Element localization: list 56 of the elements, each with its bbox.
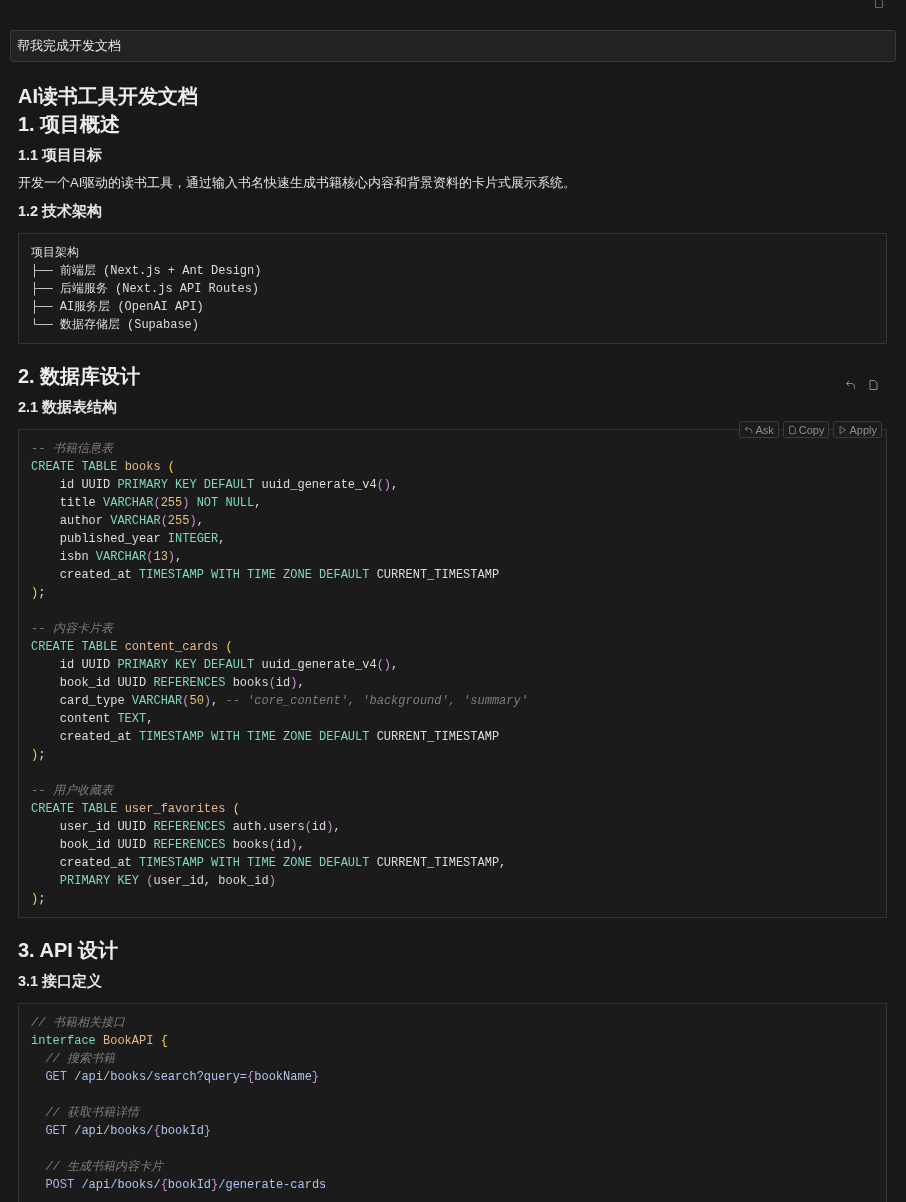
reply-icon [744, 424, 754, 435]
copy-icon[interactable] [874, 0, 884, 9]
paragraph: 开发一个AI驱动的读书工具，通过输入书名快速生成书籍核心内容和背景资料的卡片式展示系统。 [18, 174, 578, 192]
code-action-button[interactable]: Copy [782, 421, 830, 438]
code-line: user_id UUID REFERENCES auth.users(id), [58, 819, 341, 836]
code-line: 项目架构 [31, 245, 79, 262]
code-line: card_type VARCHAR(50), -- 'core_content', 'background', 'summary' [58, 693, 528, 710]
code-line: PRIMARY KEY (user_id, book_id) [58, 873, 276, 890]
code-line: GET /api/books/{bookId} [44, 1123, 212, 1140]
subsection-heading: 1.1 项目目标 [18, 146, 103, 165]
code-line: -- 书籍信息表 [31, 441, 113, 458]
code-line: created_at TIMESTAMP WITH TIME ZONE DEFAULT CURRENT_TIMESTAMP, [58, 855, 507, 872]
code-line: id UUID PRIMARY KEY DEFAULT uuid_generate_v4(), [58, 477, 399, 494]
code-line: id UUID PRIMARY KEY DEFAULT uuid_generate_v4(), [58, 657, 399, 674]
section-heading: 2. 数据库设计 [18, 364, 141, 389]
prompt-field[interactable]: 帮我完成开发文档 [10, 30, 896, 62]
code-line: ); [31, 747, 46, 764]
code-line: -- 内容卡片表 [31, 621, 113, 638]
code-line: content TEXT, [58, 711, 154, 728]
code-line: POST /api/books/{bookId}/generate-cards [44, 1177, 327, 1194]
code-line: book_id UUID REFERENCES books(id), [58, 675, 305, 692]
subsection-heading: 2.1 数据表结构 [18, 398, 118, 417]
undo-icon[interactable] [845, 379, 856, 391]
play-icon [838, 424, 848, 435]
copy-icon[interactable] [868, 379, 879, 391]
code-line: book_id UUID REFERENCES books(id), [58, 837, 305, 854]
code-line: // 生成书籍内容卡片 [44, 1159, 163, 1176]
code-line: author VARCHAR(255), [58, 513, 204, 530]
code-line: ├── 前端层 (Next.js + Ant Design) [31, 263, 262, 280]
code-line: ├── AI服务层 (OpenAI API) [31, 299, 204, 316]
code-line: GET /api/books/search?query={bookName} [44, 1069, 320, 1086]
code-line: CREATE TABLE content_cards ( [31, 639, 233, 656]
section-heading: 3. API 设计 [18, 938, 119, 963]
code-line: └── 数据存储层 (Supabase) [31, 317, 200, 334]
code-line: ); [31, 891, 46, 908]
subsection-heading: 1.2 技术架构 [18, 202, 103, 221]
code-line: CREATE TABLE books ( [31, 459, 176, 476]
section-heading: 1. 项目概述 [18, 112, 121, 137]
copy-icon [787, 424, 797, 435]
code-line: // 获取书籍详情 [44, 1105, 139, 1122]
code-line: published_year INTEGER, [58, 531, 226, 548]
code-line: interface BookAPI { [31, 1033, 168, 1050]
code-line: isbn VARCHAR(13), [58, 549, 183, 566]
code-line: CREATE TABLE user_favorites ( [31, 801, 240, 818]
code-action-button[interactable]: Apply [833, 421, 882, 438]
code-action-button[interactable]: Ask [739, 421, 779, 438]
code-line: ├── 后端服务 (Next.js API Routes) [31, 281, 260, 298]
code-line: -- 用户收藏表 [31, 783, 113, 800]
document-title: AI读书工具开发文档 [18, 84, 198, 109]
subsection-heading: 3.1 接口定义 [18, 972, 103, 991]
code-line: title VARCHAR(255) NOT NULL, [58, 495, 262, 512]
code-line: // 搜索书籍 [44, 1051, 115, 1068]
code-line: created_at TIMESTAMP WITH TIME ZONE DEFAULT CURRENT_TIMESTAMP [58, 567, 500, 584]
code-line: // 书籍相关接口 [31, 1015, 125, 1032]
code-line: created_at TIMESTAMP WITH TIME ZONE DEFAULT CURRENT_TIMESTAMP [58, 729, 500, 746]
code-line: ); [31, 585, 46, 602]
